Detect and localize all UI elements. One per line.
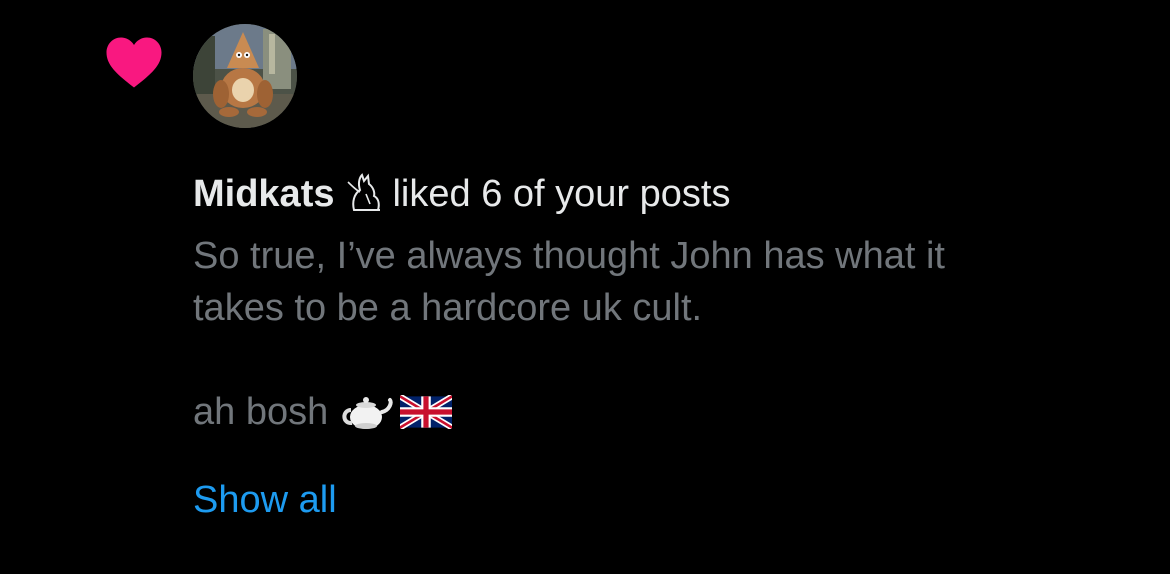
teapot-emoji: [342, 397, 393, 429]
action-text: liked 6 of your posts: [392, 173, 731, 215]
like-notification[interactable]: Midkats liked 6 of your posts So true, I…: [0, 0, 1170, 574]
notification-content: Midkats liked 6 of your posts So true, I…: [193, 168, 1133, 526]
uk-flag-emoji: [400, 395, 453, 429]
avatar-image: [193, 24, 297, 128]
user-name[interactable]: Midkats: [193, 173, 334, 215]
notification-headline: Midkats liked 6 of your posts: [193, 168, 1133, 220]
post-tail: ah bosh: [193, 386, 1133, 438]
heart-icon: [106, 37, 162, 88]
post-text[interactable]: So true, I’ve always thought John has wh…: [193, 230, 1133, 334]
avatar[interactable]: [193, 24, 297, 128]
show-all-link[interactable]: Show all: [193, 474, 337, 526]
cat-emoji: [347, 173, 381, 211]
post-tail-text: ah bosh: [193, 391, 329, 433]
